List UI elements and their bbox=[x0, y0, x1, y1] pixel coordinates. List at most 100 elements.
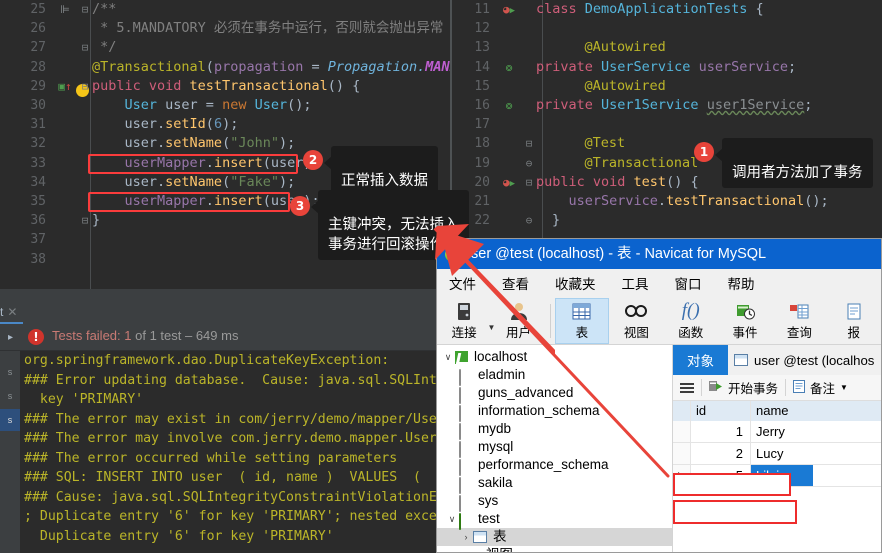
console-tab-label: t bbox=[0, 305, 4, 319]
chevron-right-icon[interactable]: › bbox=[459, 546, 473, 552]
navicat-content: 对象 user @test (localhos 开始事务 备注 ▼ id nam… bbox=[673, 345, 881, 552]
toolbar-report-button[interactable]: 报 bbox=[827, 298, 881, 344]
code-line: userMapper.insert(user); bbox=[124, 154, 320, 171]
line-number: 16 bbox=[474, 98, 490, 113]
line-number: 30 bbox=[30, 98, 46, 113]
expand-chevron-icon[interactable]: ▸ bbox=[8, 332, 13, 343]
line-number: 17 bbox=[474, 117, 490, 133]
run-method-icon[interactable]: ◕▶ bbox=[496, 173, 522, 194]
badge-number: 1 bbox=[699, 145, 709, 159]
tab-objects[interactable]: 对象 bbox=[673, 345, 728, 375]
code-line: * 5.MANDATORY 必须在事务中运行，否则就会抛出异常 bbox=[92, 20, 444, 37]
line-number: 28 bbox=[30, 59, 46, 75]
console-side-item[interactable]: s bbox=[0, 385, 20, 407]
table-icon bbox=[734, 354, 748, 366]
grid-toolbar-label: 备注 bbox=[810, 382, 836, 396]
line-number: 27 bbox=[30, 40, 46, 56]
line-number: 14 bbox=[474, 59, 490, 75]
table-folder-icon bbox=[473, 531, 487, 543]
cell-id[interactable]: 2 bbox=[691, 443, 751, 464]
tab-user-table[interactable]: user @test (localhos bbox=[728, 345, 881, 375]
fold-toggle[interactable]: ⊟ bbox=[522, 134, 536, 153]
structure-icon[interactable]: ⊫ bbox=[52, 0, 78, 19]
chevron-right-icon[interactable]: › bbox=[459, 528, 473, 546]
cell-name[interactable]: Jerry bbox=[751, 421, 813, 442]
column-header-name[interactable]: name bbox=[751, 401, 813, 421]
code-line: /** bbox=[92, 1, 117, 17]
toolbar-event-button[interactable]: 事件 bbox=[718, 298, 772, 344]
code-line: private UserService userService; bbox=[536, 58, 797, 75]
console-side-item[interactable]: s bbox=[0, 361, 20, 383]
cell-name[interactable]: Lucy bbox=[751, 443, 813, 464]
event-icon bbox=[736, 300, 755, 322]
code-line: userService.testTransactional(); bbox=[568, 193, 829, 209]
line-number: 18 bbox=[474, 136, 490, 152]
column-header-id[interactable]: id bbox=[691, 401, 751, 421]
fold-toggle[interactable]: ⊟ bbox=[522, 173, 536, 192]
test-status-text: Tests failed: 1 of 1 test – 649 ms bbox=[52, 328, 238, 343]
menu-item-window[interactable]: 窗口 bbox=[675, 273, 702, 293]
report-icon bbox=[847, 300, 861, 322]
console-tab[interactable]: t ✕ bbox=[0, 300, 24, 324]
chevron-down-icon[interactable]: ∨ bbox=[445, 510, 459, 528]
fold-toggle[interactable]: ⊖ bbox=[522, 154, 536, 173]
badge-number: 2 bbox=[308, 153, 318, 167]
database-icon-active bbox=[459, 512, 472, 530]
line-number: 25 bbox=[30, 2, 46, 17]
code-line: @Test bbox=[552, 135, 626, 152]
tree-item-test[interactable]: ∨ test bbox=[437, 510, 672, 530]
highlight-empty-row-2 bbox=[673, 500, 797, 524]
grid-header-row: id name bbox=[673, 401, 881, 421]
fold-toggle[interactable]: ⊟ bbox=[78, 0, 92, 19]
close-icon[interactable]: ✕ bbox=[7, 305, 17, 319]
line-number: 36 bbox=[30, 213, 46, 229]
menu-item-help[interactable]: 帮助 bbox=[728, 273, 755, 293]
chevron-down-icon[interactable]: ▼ bbox=[840, 383, 848, 392]
bean-icon[interactable]: ❂ bbox=[496, 96, 522, 115]
code-line: userMapper.insert(user); bbox=[124, 193, 320, 209]
console-side-item-selected[interactable]: s bbox=[0, 409, 20, 431]
line-number: 12 bbox=[474, 21, 490, 37]
callout-1: 调用者方法加了事务 bbox=[715, 138, 873, 188]
toolbar-query-button[interactable]: 查询 bbox=[772, 298, 826, 344]
code-line: } bbox=[92, 212, 101, 229]
function-icon: f() bbox=[681, 300, 700, 321]
begin-transaction-button[interactable]: 开始事务 bbox=[702, 378, 785, 397]
line-number: 11 bbox=[474, 2, 490, 17]
line-number: 35 bbox=[30, 194, 46, 209]
line-number: 32 bbox=[30, 136, 46, 152]
code-line: */ bbox=[92, 39, 117, 56]
callout-badge-2: 2 bbox=[303, 150, 323, 170]
callout-badge-3: 3 bbox=[290, 196, 310, 216]
line-number: 26 bbox=[30, 21, 46, 37]
run-class-icon[interactable]: ◕▶ bbox=[496, 0, 522, 21]
tree-label: 表 bbox=[493, 529, 507, 544]
toolbar-label: 查询 bbox=[786, 326, 812, 340]
note-icon bbox=[793, 379, 806, 396]
run-test-icon[interactable]: ▣↑ bbox=[52, 77, 78, 96]
line-number: 13 bbox=[474, 40, 490, 56]
tab-label: user @test (localhos bbox=[754, 352, 875, 368]
code-line: public void testTransactional() { bbox=[92, 77, 361, 94]
badge-number: 3 bbox=[295, 199, 305, 213]
line-number: 15 bbox=[474, 78, 490, 94]
toolbar-label: 报 bbox=[847, 326, 861, 340]
console-side-toolbar: s s s bbox=[0, 351, 20, 553]
tree-item-tables[interactable]: › 表 bbox=[437, 528, 672, 546]
bean-icon[interactable]: ❂ bbox=[496, 58, 522, 77]
fold-toggle[interactable]: ⊟ bbox=[78, 38, 92, 57]
query-icon bbox=[789, 300, 809, 322]
status-prefix: Tests failed: bbox=[52, 328, 125, 343]
cell-id[interactable]: 1 bbox=[691, 421, 751, 442]
table-row[interactable]: 2 Lucy bbox=[673, 443, 881, 465]
line-number: 29 bbox=[30, 78, 46, 94]
note-button[interactable]: 备注 ▼ bbox=[786, 378, 855, 397]
fold-toggle[interactable]: ⊟ bbox=[78, 211, 92, 230]
code-line: @Transactional bbox=[552, 154, 699, 171]
fold-toggle[interactable]: ⊟ bbox=[78, 77, 92, 96]
tree-item-views[interactable]: › ∞ 视图 bbox=[437, 546, 672, 552]
line-number: 19 bbox=[474, 155, 490, 171]
grid-toolbar-label: 开始事务 bbox=[728, 382, 779, 396]
table-row[interactable]: 1 Jerry bbox=[673, 421, 881, 443]
view-folder-icon: ∞ bbox=[473, 546, 481, 552]
